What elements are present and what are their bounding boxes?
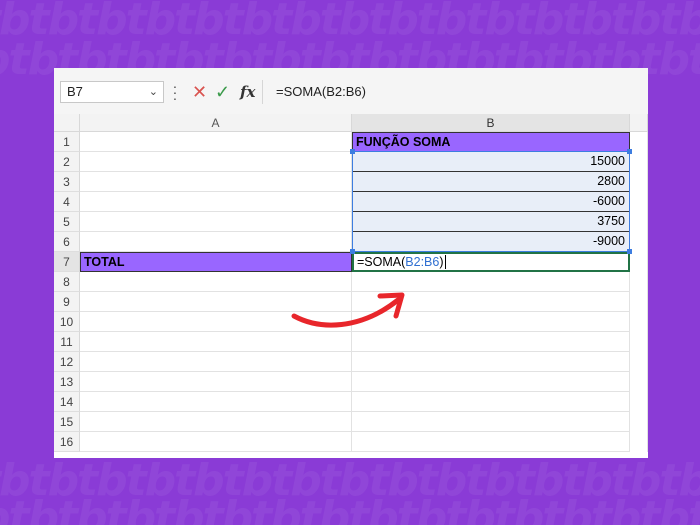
cell-b1[interactable]: FUNÇÃO SOMA xyxy=(352,132,630,152)
cell-b13[interactable] xyxy=(352,372,630,392)
cell-a4[interactable] xyxy=(80,192,352,212)
cell-a2[interactable] xyxy=(80,152,352,172)
column-c-sliver xyxy=(630,132,648,452)
cell-a6[interactable] xyxy=(80,232,352,252)
cell-b2[interactable]: 15000 xyxy=(352,152,630,172)
row-header-14[interactable]: 14 xyxy=(54,392,80,412)
cell-a15[interactable] xyxy=(80,412,352,432)
row-header-6[interactable]: 6 xyxy=(54,232,80,252)
cell-b15[interactable] xyxy=(352,412,630,432)
spreadsheet-grid: A B 1 2 3 4 5 6 7 8 9 10 11 12 13 14 15 … xyxy=(54,114,648,458)
close-icon[interactable]: ✕ xyxy=(192,81,207,103)
divider xyxy=(262,80,263,104)
row-header-3[interactable]: 3 xyxy=(54,172,80,192)
row-header-12[interactable]: 12 xyxy=(54,352,80,372)
cell-b16[interactable] xyxy=(352,432,630,452)
range-handle-bottom-right[interactable] xyxy=(627,249,632,254)
fx-icon[interactable]: fx xyxy=(240,81,255,103)
cell-a5[interactable] xyxy=(80,212,352,232)
row-header-1[interactable]: 1 xyxy=(54,132,80,152)
column-header-c[interactable] xyxy=(630,114,648,132)
range-handle-bottom-left[interactable] xyxy=(350,249,355,254)
row-header-7[interactable]: 7 xyxy=(54,252,80,272)
chevron-down-icon[interactable]: ⌄ xyxy=(149,82,158,102)
cell-a7[interactable]: TOTAL xyxy=(80,252,352,272)
formula-bar: B7 ⌄ · · · ✕ ✓ fx =SOMA(B2:B6) xyxy=(54,68,648,115)
range-handle-top-left[interactable] xyxy=(350,149,355,154)
column-header-a[interactable]: A xyxy=(80,114,352,132)
row-header-15[interactable]: 15 xyxy=(54,412,80,432)
row-header-10[interactable]: 10 xyxy=(54,312,80,332)
column-header-b[interactable]: B xyxy=(352,114,630,132)
cell-b3[interactable]: 2800 xyxy=(352,172,630,192)
formula-prefix: =SOMA( xyxy=(357,255,406,269)
cell-b6[interactable]: -9000 xyxy=(352,232,630,252)
row-header-8[interactable]: 8 xyxy=(54,272,80,292)
select-all-corner[interactable] xyxy=(54,114,80,132)
row-header-5[interactable]: 5 xyxy=(54,212,80,232)
row-header-9[interactable]: 9 xyxy=(54,292,80,312)
range-handle-top-right[interactable] xyxy=(627,149,632,154)
cell-b7-editor[interactable]: =SOMA(B2:B6) xyxy=(352,252,630,272)
row-header-11[interactable]: 11 xyxy=(54,332,80,352)
row-header-16[interactable]: 16 xyxy=(54,432,80,452)
row-header-2[interactable]: 2 xyxy=(54,152,80,172)
more-options-icon[interactable]: · · · xyxy=(172,79,178,105)
spreadsheet-window: B7 ⌄ · · · ✕ ✓ fx =SOMA(B2:B6) A B 1 2 3 4… xyxy=(54,68,648,458)
cell-a14[interactable] xyxy=(80,392,352,412)
cell-b5[interactable]: 3750 xyxy=(352,212,630,232)
row-header-13[interactable]: 13 xyxy=(54,372,80,392)
formula-input[interactable]: =SOMA(B2:B6) xyxy=(266,81,644,103)
cell-b12[interactable] xyxy=(352,352,630,372)
check-icon[interactable]: ✓ xyxy=(215,81,230,103)
formula-range-ref: B2:B6 xyxy=(405,255,440,269)
cell-a13[interactable] xyxy=(80,372,352,392)
formula-suffix: ) xyxy=(439,255,444,269)
row-header-4[interactable]: 4 xyxy=(54,192,80,212)
cell-a12[interactable] xyxy=(80,352,352,372)
curved-arrow-icon xyxy=(291,292,405,328)
name-box[interactable]: B7 ⌄ xyxy=(60,81,164,103)
name-box-value: B7 xyxy=(67,84,83,99)
cell-a3[interactable] xyxy=(80,172,352,192)
cell-b4[interactable]: -6000 xyxy=(352,192,630,212)
cell-a1[interactable] xyxy=(80,132,352,152)
cell-b14[interactable] xyxy=(352,392,630,412)
cell-a16[interactable] xyxy=(80,432,352,452)
